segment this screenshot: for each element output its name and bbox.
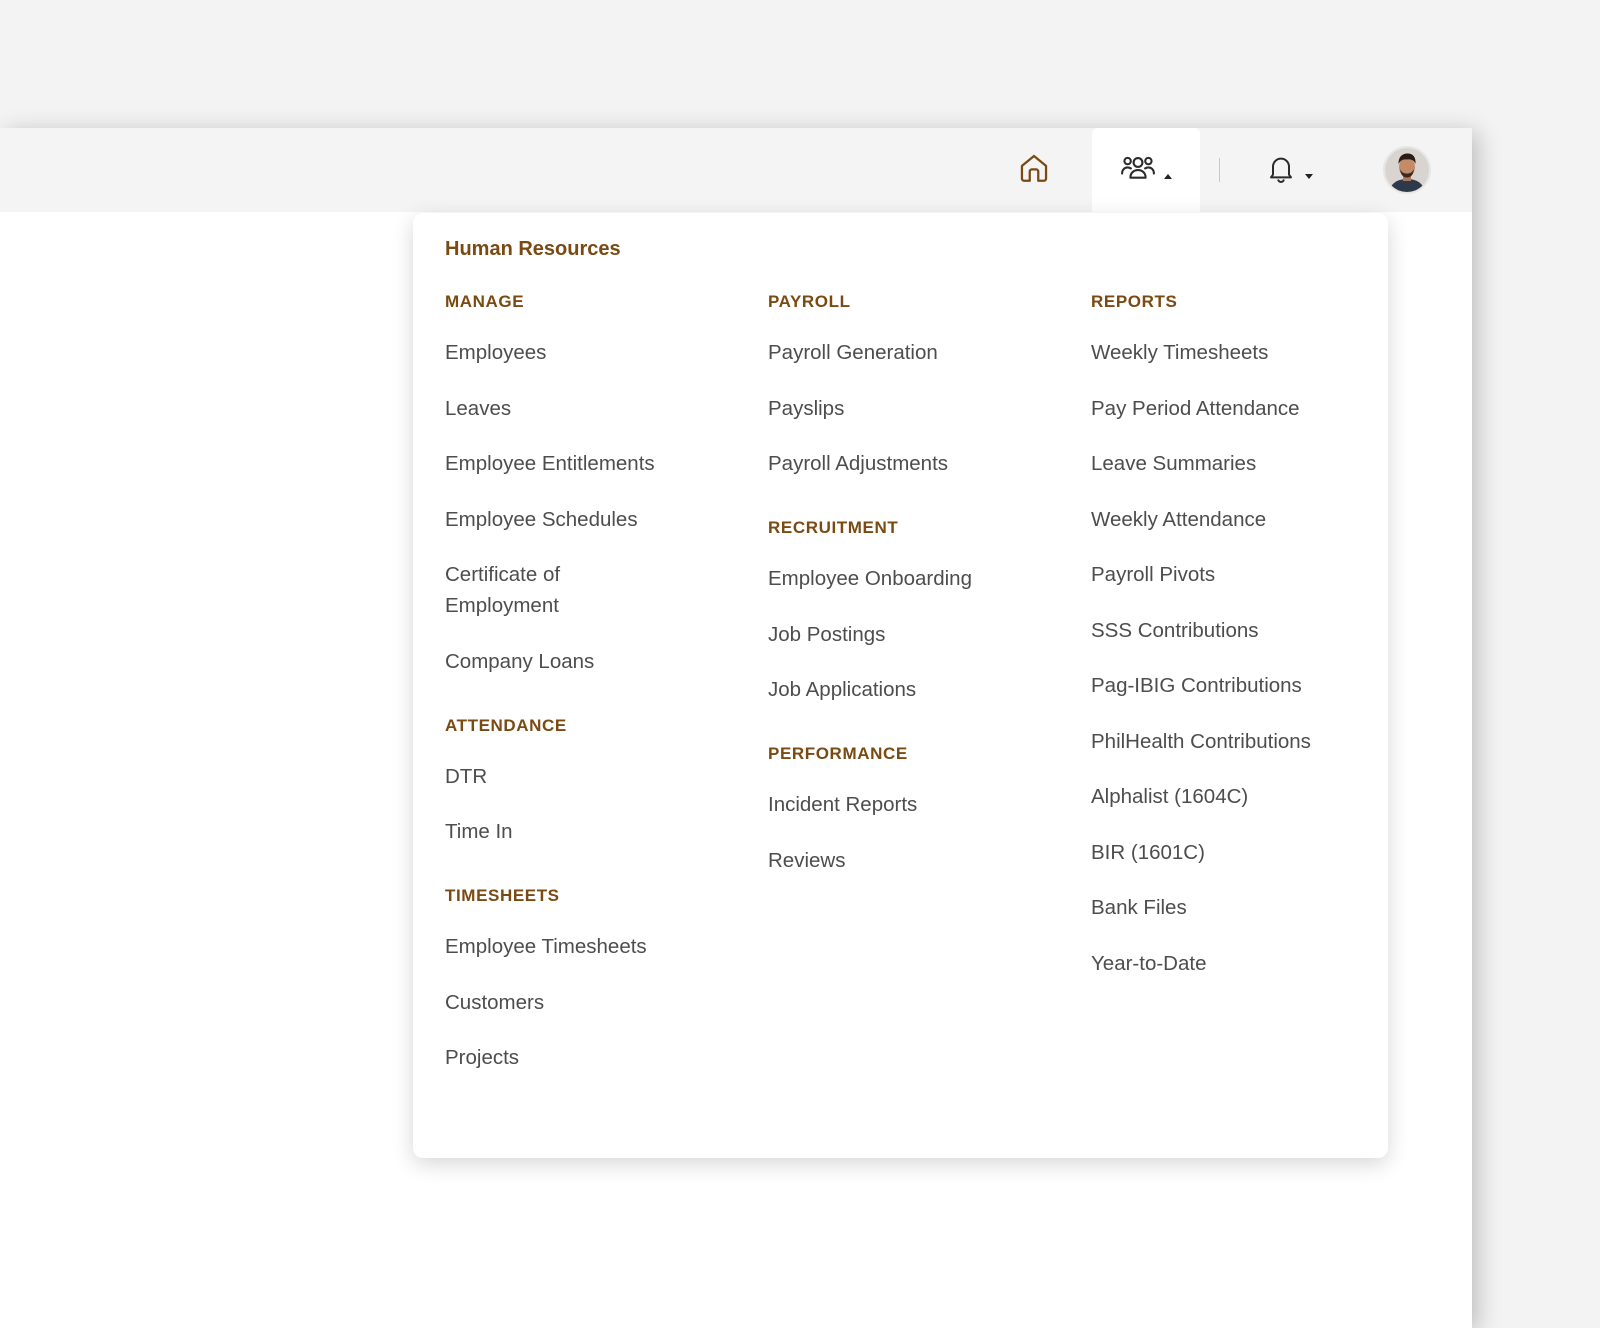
section-manage: MANAGE Employees Leaves Employee Entitle…: [445, 291, 745, 677]
menu-list: Payroll Generation Payslips Payroll Adju…: [768, 337, 1068, 479]
menu-item-bir[interactable]: BIR (1601C): [1091, 837, 1391, 868]
section-recruitment: RECRUITMENT Employee Onboarding Job Post…: [768, 517, 1068, 705]
menu-list: DTR Time In: [445, 761, 745, 848]
section-heading: PERFORMANCE: [768, 744, 908, 763]
menu-list: Employee Timesheets Customers Projects: [445, 931, 745, 1073]
menu-item-pag-ibig-contributions[interactable]: Pag-IBIG Contributions: [1091, 670, 1391, 701]
menu-item-pay-period-attendance[interactable]: Pay Period Attendance: [1091, 393, 1391, 424]
menu-item-payslips[interactable]: Payslips: [768, 393, 1068, 424]
hr-dropdown-menu: Human Resources MANAGE Employees Leaves …: [413, 213, 1388, 1158]
menu-item-projects[interactable]: Projects: [445, 1042, 745, 1073]
home-icon: [1017, 151, 1051, 190]
menu-column-1: MANAGE Employees Leaves Employee Entitle…: [445, 291, 745, 1098]
top-navbar: [0, 128, 1472, 212]
section-heading: TIMESHEETS: [445, 886, 560, 905]
caret-up-icon: [1164, 173, 1172, 179]
menu-item-bank-files[interactable]: Bank Files: [1091, 892, 1391, 923]
menu-item-payroll-pivots[interactable]: Payroll Pivots: [1091, 559, 1391, 590]
menu-item-philhealth-contributions[interactable]: PhilHealth Contributions: [1091, 726, 1391, 757]
menu-item-payroll-adjustments[interactable]: Payroll Adjustments: [768, 448, 1068, 479]
section-heading: REPORTS: [1091, 292, 1178, 311]
menu-item-payroll-generation[interactable]: Payroll Generation: [768, 337, 1068, 368]
section-payroll: PAYROLL Payroll Generation Payslips Payr…: [768, 291, 1068, 479]
section-heading: PAYROLL: [768, 292, 851, 311]
menu-item-leaves[interactable]: Leaves: [445, 393, 745, 424]
menu-item-alphalist[interactable]: Alphalist (1604C): [1091, 781, 1391, 812]
menu-item-employees[interactable]: Employees: [445, 337, 745, 368]
bell-icon: [1265, 151, 1297, 190]
menu-item-incident-reports[interactable]: Incident Reports: [768, 789, 1068, 820]
menu-list: Weekly Timesheets Pay Period Attendance …: [1091, 337, 1391, 979]
menu-item-employee-onboarding[interactable]: Employee Onboarding: [768, 563, 1068, 594]
section-timesheets: TIMESHEETS Employee Timesheets Customers…: [445, 885, 745, 1073]
notifications-button[interactable]: [1254, 128, 1324, 212]
section-performance: PERFORMANCE Incident Reports Reviews: [768, 743, 1068, 876]
menu-list: Incident Reports Reviews: [768, 789, 1068, 876]
people-icon: [1120, 151, 1156, 190]
menu-item-employee-timesheets[interactable]: Employee Timesheets: [445, 931, 745, 962]
section-heading: ATTENDANCE: [445, 715, 567, 735]
menu-item-reviews[interactable]: Reviews: [768, 845, 1068, 876]
menu-item-weekly-timesheets[interactable]: Weekly Timesheets: [1091, 337, 1391, 368]
user-avatar-button[interactable]: [1380, 128, 1434, 212]
menu-item-employee-entitlements[interactable]: Employee Entitlements: [445, 448, 745, 479]
menu-item-dtr[interactable]: DTR: [445, 761, 745, 792]
section-heading: MANAGE: [445, 292, 525, 311]
menu-list: Employee Onboarding Job Postings Job App…: [768, 563, 1068, 705]
avatar: [1383, 146, 1431, 194]
section-heading: RECRUITMENT: [768, 518, 899, 537]
menu-item-year-to-date[interactable]: Year-to-Date: [1091, 948, 1391, 979]
menu-column-2: PAYROLL Payroll Generation Payslips Payr…: [768, 291, 1068, 900]
menu-item-leave-summaries[interactable]: Leave Summaries: [1091, 448, 1391, 479]
menu-item-weekly-attendance[interactable]: Weekly Attendance: [1091, 504, 1391, 535]
dropdown-title: Human Resources: [445, 238, 621, 260]
menu-column-3: REPORTS Weekly Timesheets Pay Period Att…: [1091, 291, 1391, 1003]
home-button[interactable]: [1004, 128, 1064, 212]
section-reports: REPORTS Weekly Timesheets Pay Period Att…: [1091, 291, 1391, 979]
menu-item-certificate-of-employment[interactable]: Certificate of Employment: [445, 559, 645, 621]
section-attendance: ATTENDANCE DTR Time In: [445, 715, 745, 848]
menu-item-sss-contributions[interactable]: SSS Contributions: [1091, 615, 1391, 646]
menu-list: Employees Leaves Employee Entitlements E…: [445, 337, 745, 677]
navbar-divider: [1219, 158, 1220, 182]
hr-menu-button[interactable]: [1092, 128, 1200, 212]
menu-item-time-in[interactable]: Time In: [445, 816, 745, 847]
menu-item-customers[interactable]: Customers: [445, 987, 745, 1018]
menu-item-job-postings[interactable]: Job Postings: [768, 619, 1068, 650]
menu-item-job-applications[interactable]: Job Applications: [768, 674, 1068, 705]
menu-item-employee-schedules[interactable]: Employee Schedules: [445, 504, 745, 535]
caret-down-icon: [1305, 173, 1313, 179]
menu-item-company-loans[interactable]: Company Loans: [445, 646, 745, 677]
